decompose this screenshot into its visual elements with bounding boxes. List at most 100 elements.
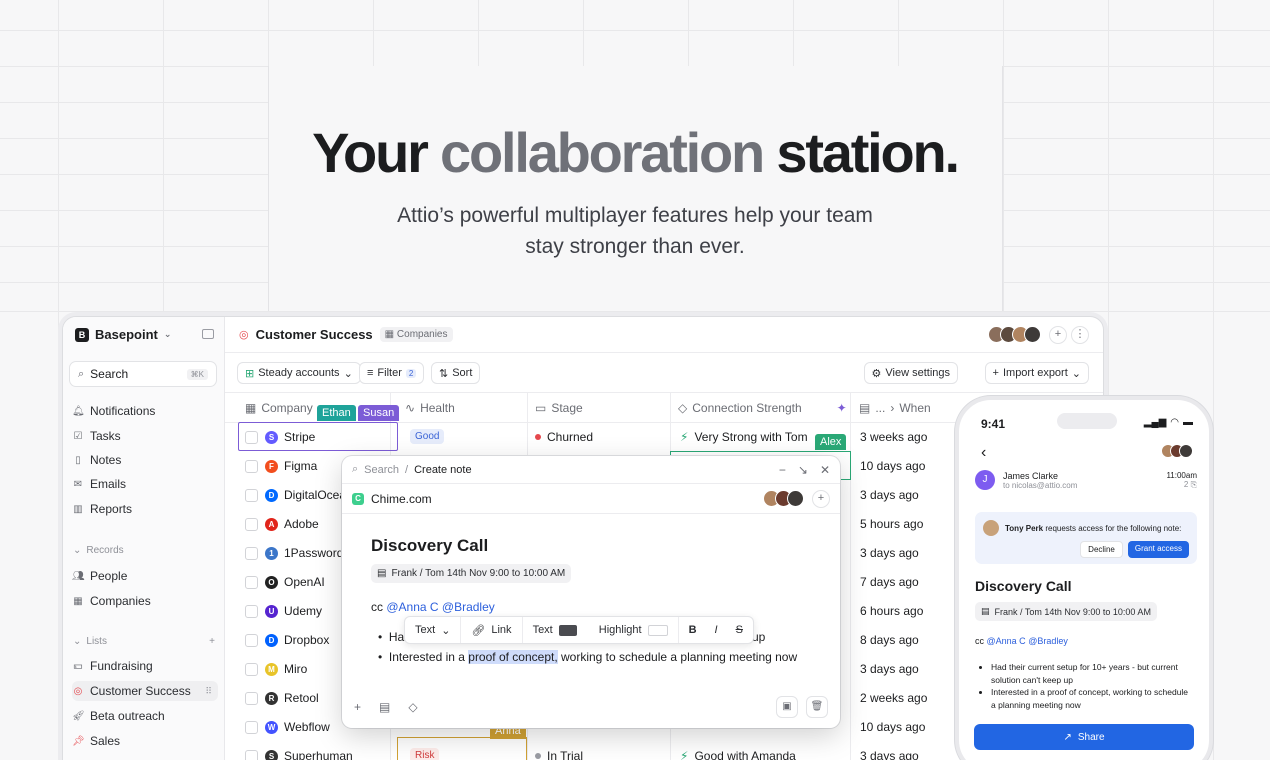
workspace-switcher[interactable]: B Basepoint ⌄ <box>75 327 171 342</box>
row-checkbox[interactable] <box>245 634 258 647</box>
bullet-text: working to schedule a planning meeting n… <box>557 650 798 664</box>
add-collaborator-button[interactable]: + <box>812 489 830 508</box>
connection-cell[interactable]: ⚡︎ Good with Amanda <box>680 749 796 760</box>
chart-icon: ▥ <box>73 503 83 515</box>
sidebar-item-customer-success[interactable]: ◎ Customer Success ⠿ <box>72 681 218 701</box>
layout-icon[interactable]: ▣ <box>776 696 798 718</box>
sent-time: 11:00am <box>1166 470 1197 480</box>
sidebar-item-label: Sales <box>90 734 121 748</box>
when-cell: 10 days ago <box>860 720 926 734</box>
row-checkbox[interactable] <box>245 663 258 676</box>
stage-cell[interactable]: Churned <box>535 430 593 444</box>
avatar: J <box>975 470 995 490</box>
minimize-icon[interactable]: − <box>779 463 786 477</box>
add-collaborator-button[interactable]: + <box>1049 326 1067 344</box>
calendar-icon[interactable]: ▤ <box>379 700 390 714</box>
mention-anna[interactable]: @Anna C <box>386 600 438 614</box>
more-options-button[interactable]: ⋮ <box>1071 326 1089 344</box>
row-checkbox[interactable] <box>245 692 258 705</box>
column-company[interactable]: ▦ Company <box>245 401 313 415</box>
italic-button[interactable]: I <box>715 624 718 636</box>
mention-bradley[interactable]: @Bradley <box>442 600 495 614</box>
phone-meeting-chip[interactable]: ▤ Frank / Tom 14th Nov 9:00 to 10:00 AM <box>975 602 1157 621</box>
view-selector[interactable]: ⊞ Steady accounts ⌄ <box>237 362 361 384</box>
text-color-button[interactable]: Text Highlight <box>523 617 679 643</box>
strikethrough-button[interactable]: S <box>736 624 743 636</box>
row-checkbox[interactable] <box>245 721 258 734</box>
row-checkbox[interactable] <box>245 750 258 760</box>
sidebar-item-companies[interactable]: ▦ Companies <box>72 591 218 611</box>
modal-search[interactable]: Search <box>364 464 399 476</box>
row-checkbox[interactable] <box>245 518 258 531</box>
company-logo-icon: D <box>265 634 278 647</box>
column-when[interactable]: ▤... › When <box>859 401 931 415</box>
meeting-chip[interactable]: ▤ Frank / Tom 14th Nov 9:00 to 10:00 AM <box>371 564 572 583</box>
record-name[interactable]: Chime.com <box>371 492 432 506</box>
sidebar-item-sales[interactable]: 📌︎ Sales <box>72 731 218 751</box>
decline-button[interactable]: Decline <box>1080 541 1123 558</box>
column-stage[interactable]: ▭ Stage <box>535 401 583 415</box>
sidebar-item-emails[interactable]: ✉ Emails <box>72 474 218 494</box>
bullet-text: Interested in a <box>388 650 469 664</box>
sidebar-item-label: People <box>90 569 128 583</box>
sidebar-item-beta-outreach[interactable]: 🚀︎ Beta outreach <box>72 706 218 726</box>
grant-access-button[interactable]: Grant access <box>1127 541 1189 558</box>
sidebar-item-notes[interactable]: ▯ Notes <box>72 450 218 470</box>
records-section-header[interactable]: ⌄ Records <box>73 545 215 556</box>
sidebar-item-tasks[interactable]: ☑ Tasks <box>72 426 218 446</box>
mention-bradley[interactable]: @Bradley <box>1028 636 1068 646</box>
phone-mockup: 9:41 ▂▄▆ ◠ ▬ ‹ J James Clarke to nicolas@a… <box>955 396 1213 760</box>
row-checkbox[interactable] <box>245 460 258 473</box>
selected-text[interactable]: proof of concept, <box>468 650 558 664</box>
view-settings-button[interactable]: ⚙ View settings <box>863 362 958 384</box>
bold-button[interactable]: B <box>689 624 697 636</box>
sidebar-item-fundraising[interactable]: 💵︎ Fundraising <box>72 656 218 676</box>
sort-button[interactable]: ⇅ Sort <box>431 362 481 384</box>
column-connection-strength[interactable]: ◇ Connection Strength ✦ <box>678 401 847 415</box>
health-cell[interactable]: Good <box>410 428 445 444</box>
row-checkbox[interactable] <box>245 605 258 618</box>
phone-collaborator-avatars[interactable] <box>1161 444 1193 458</box>
when-cell: 3 days ago <box>860 546 919 560</box>
modal-header: ⌕ Search / Create note − ↘ ✕ <box>342 456 840 484</box>
row-checkbox[interactable] <box>245 489 258 502</box>
chevron-down-icon: ⌄ <box>73 545 82 556</box>
sidebar-item-reports[interactable]: ▥ Reports <box>72 499 218 519</box>
sidebar-item-notifications[interactable]: 🔔︎ Notifications <box>72 401 218 421</box>
sidebar-item-people[interactable]: 👥︎ People <box>72 566 218 586</box>
row-checkbox[interactable] <box>245 547 258 560</box>
row-checkbox[interactable] <box>245 576 258 589</box>
lists-section-header[interactable]: ⌄ Lists + <box>73 636 215 647</box>
sidebar-toggle-icon[interactable] <box>202 329 214 339</box>
note-title[interactable]: Discovery Call <box>371 536 488 556</box>
add-list-icon[interactable]: + <box>209 636 215 647</box>
text-style-dropdown[interactable]: Text ⌄ <box>405 617 462 643</box>
filter-count-badge: 2 <box>405 368 417 378</box>
trash-icon[interactable]: 🗑︎ <box>806 696 828 718</box>
note-collaborators[interactable] <box>763 490 804 507</box>
mention-anna[interactable]: @Anna C <box>987 636 1026 646</box>
connection-cell[interactable]: ⚡︎ Very Strong with Tom <box>680 430 808 444</box>
close-icon[interactable]: ✕ <box>820 463 830 477</box>
column-health[interactable]: ∿ Health <box>405 401 455 415</box>
drag-handle-icon[interactable]: ⠿ <box>205 686 212 697</box>
access-request-card: Tony Perk requests access for the follow… <box>975 512 1197 564</box>
breadcrumb-companies[interactable]: ▦ Companies <box>379 327 453 342</box>
tag-icon[interactable]: ◇ <box>408 700 417 714</box>
collapse-icon[interactable]: ↘ <box>798 463 808 477</box>
back-icon[interactable]: ‹ <box>981 444 986 462</box>
company-name[interactable]: Superhuman <box>284 749 372 760</box>
share-button[interactable]: ↗ Share <box>974 724 1194 750</box>
gear-icon: ⚙ <box>871 367 882 380</box>
stage-cell[interactable]: In Trial <box>535 749 583 760</box>
note-icon: ▯ <box>75 454 81 466</box>
highlight-swatch[interactable] <box>647 624 668 636</box>
collaborator-avatars[interactable] <box>988 326 1041 343</box>
filter-button[interactable]: ≡ Filter 2 <box>359 362 425 384</box>
search-input[interactable]: ⌕ Search ⌘K <box>69 361 217 387</box>
cursor-tag-alex: Alex <box>815 434 847 450</box>
import-export-button[interactable]: + Import export ⌄ <box>984 362 1089 384</box>
plus-icon[interactable]: + <box>354 700 361 714</box>
link-button[interactable]: 🔗︎ Link <box>461 617 523 643</box>
view-settings-label: View settings <box>885 367 950 379</box>
